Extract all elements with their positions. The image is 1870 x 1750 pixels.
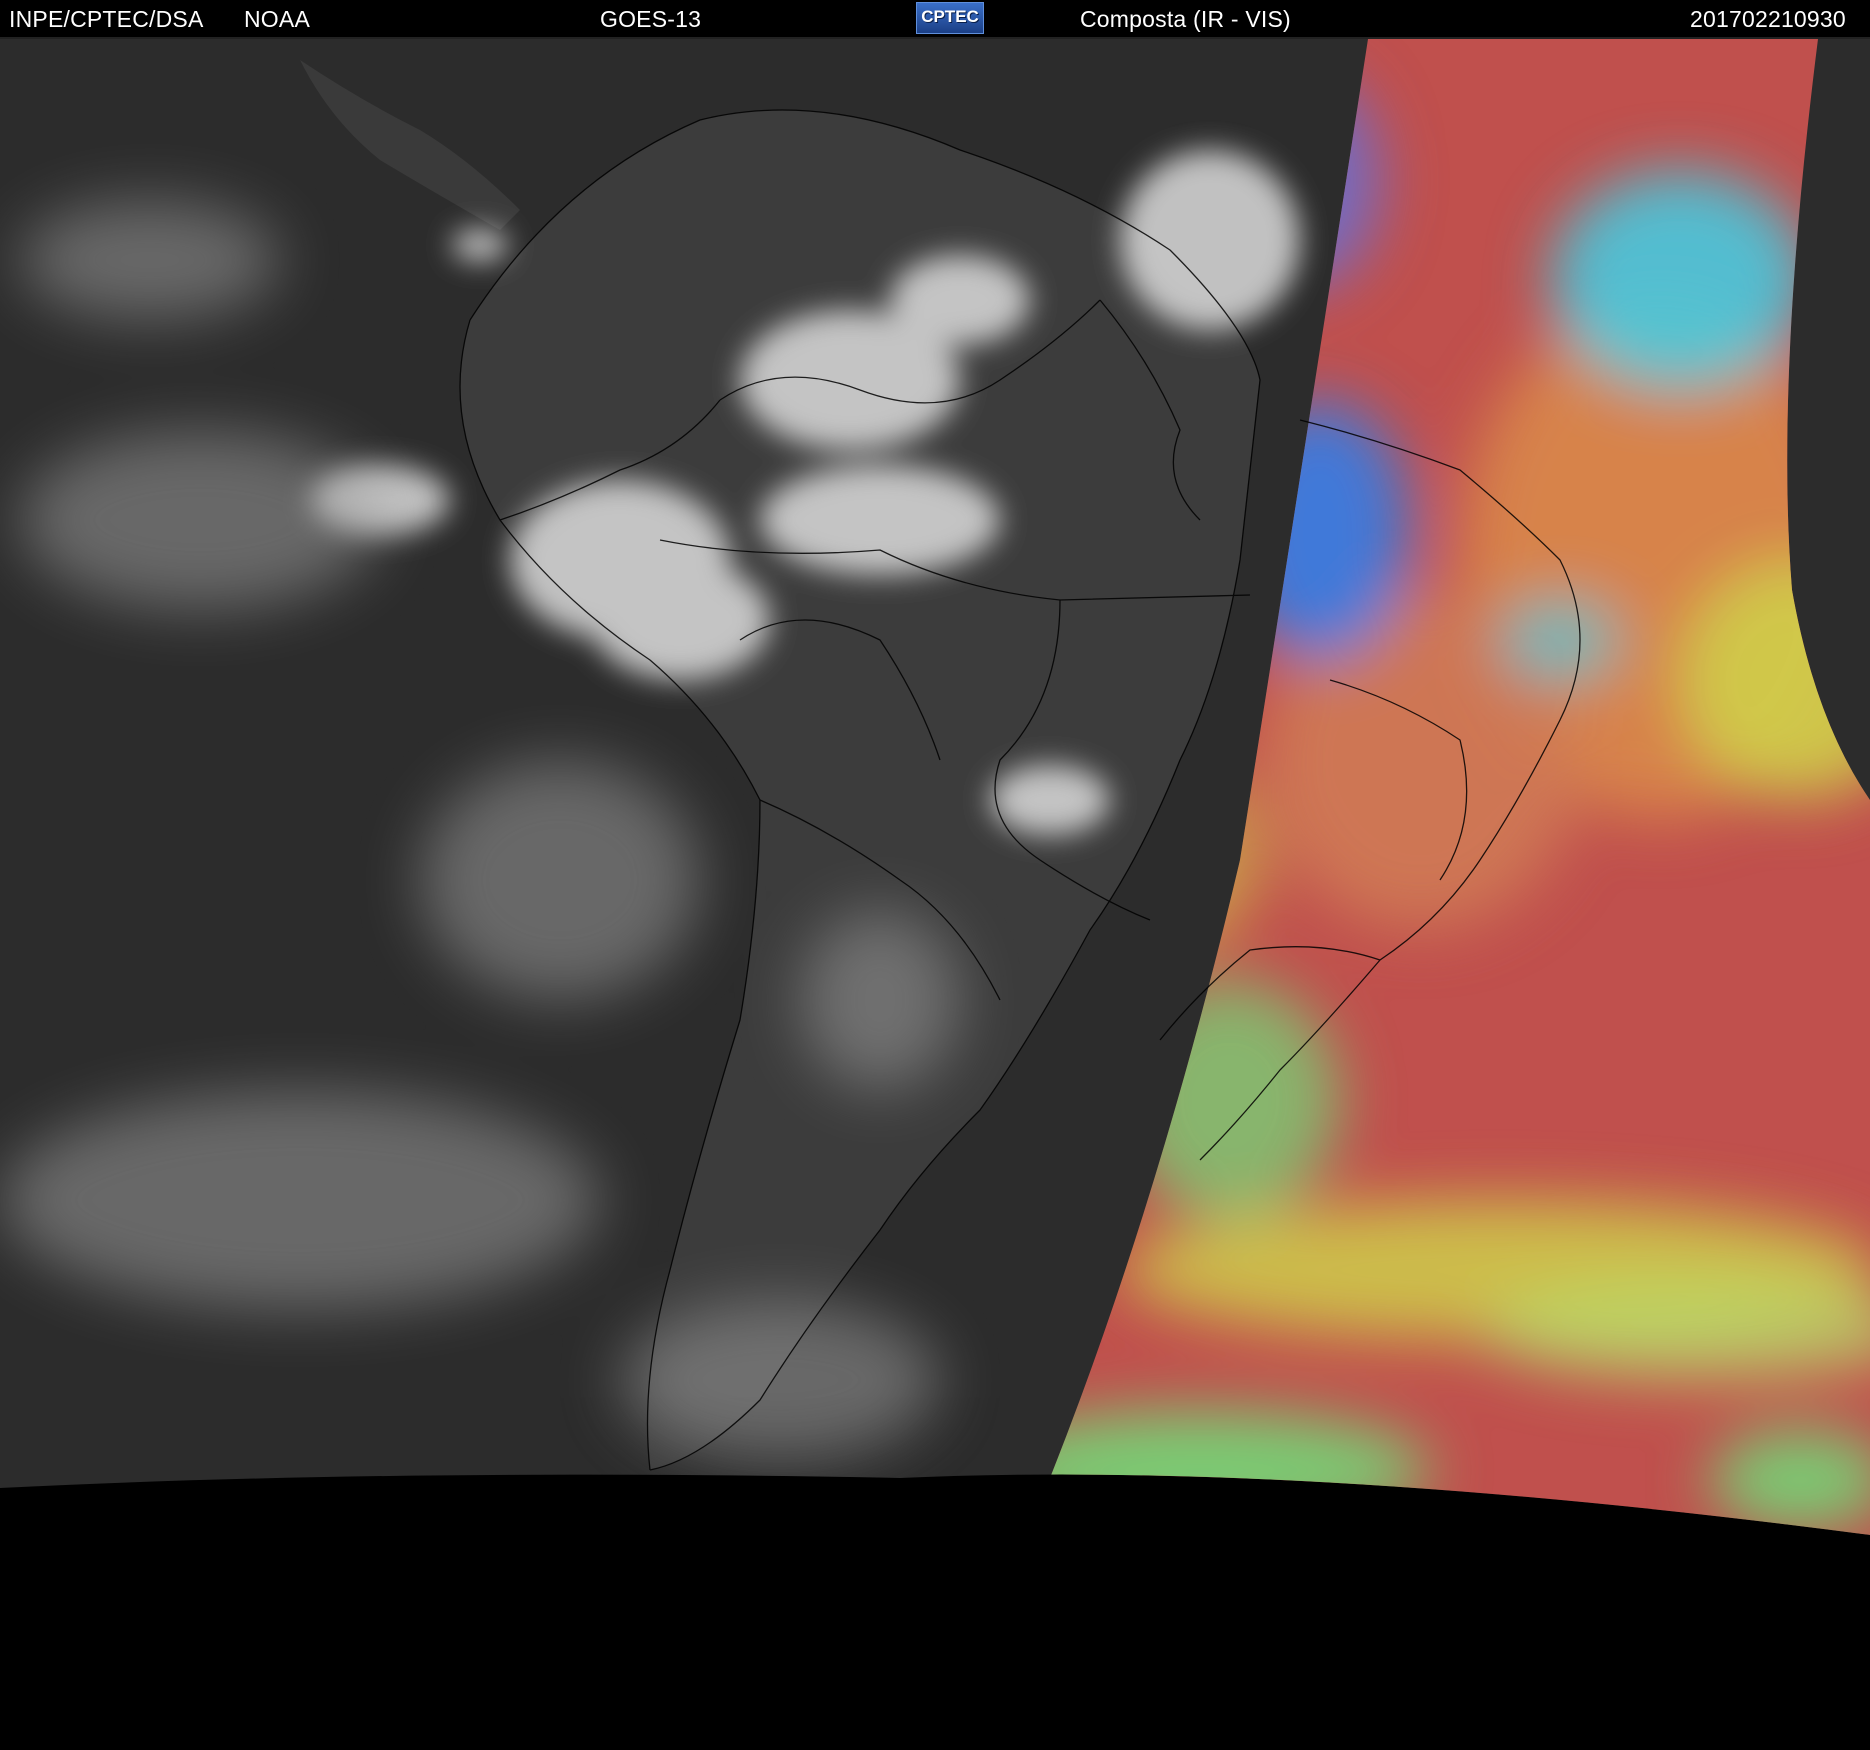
satellite-label: GOES-13	[600, 6, 702, 32]
earth-disk	[0, 39, 1870, 1535]
header-bar: INPE/CPTEC/DSA NOAA GOES-13 CPTEC Compos…	[0, 0, 1870, 39]
product-label: Composta (IR - VIS)	[1080, 6, 1291, 32]
source-label: INPE/CPTEC/DSA	[9, 6, 204, 32]
agency-label: NOAA	[244, 6, 310, 32]
cptec-logo: CPTEC	[916, 2, 984, 34]
satellite-map	[0, 39, 1870, 1750]
timestamp-label: 201702210930	[1690, 6, 1846, 32]
